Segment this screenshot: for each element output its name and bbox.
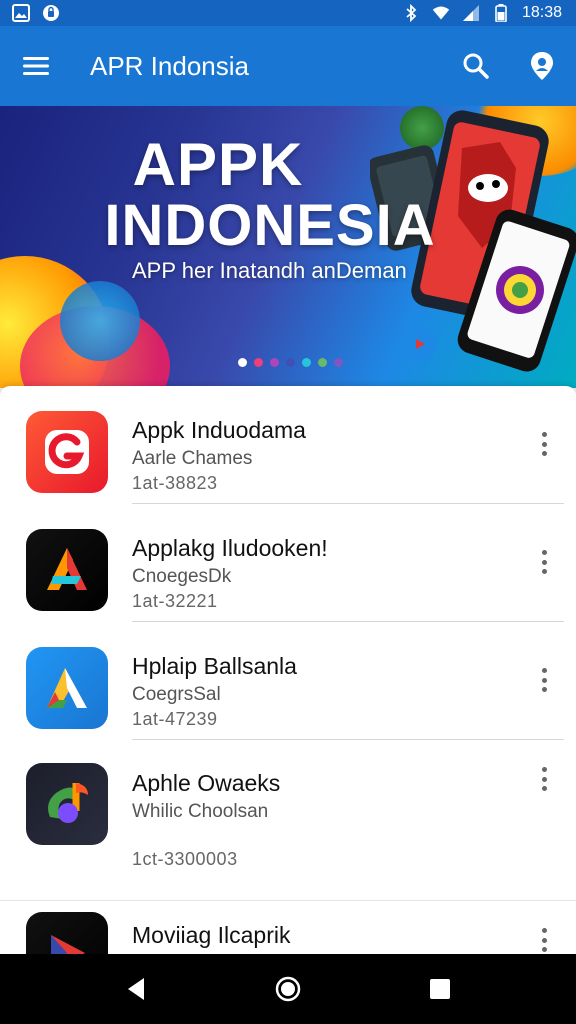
banner-title-line1: APPK [132, 131, 304, 198]
app-name: Appk Induodama [132, 417, 306, 443]
status-time: 18:38 [521, 4, 562, 21]
wifi-icon [432, 4, 450, 22]
more-options-button[interactable] [534, 922, 554, 954]
carousel-dot[interactable] [318, 358, 327, 367]
app-title: APR Indonsia [90, 50, 249, 81]
signal-icon [462, 4, 480, 22]
carousel-dot[interactable] [270, 358, 279, 367]
app-meta: 1at-32221 [132, 591, 218, 611]
home-button[interactable] [260, 961, 316, 1017]
carousel-dot[interactable] [302, 358, 311, 367]
dot-icon [541, 451, 547, 456]
more-options-button[interactable] [534, 662, 554, 698]
search-button[interactable] [454, 44, 498, 88]
more-options-button[interactable] [534, 544, 554, 580]
home-icon [275, 976, 301, 1002]
app-meta: 1ct-3300003 [132, 849, 238, 869]
app-name: Hplaip Ballsanla [132, 653, 297, 679]
carousel-dot[interactable] [286, 358, 295, 367]
app-list-item[interactable]: Moviiag Ilcaprik [0, 902, 576, 954]
status-right: 18:38 [402, 4, 562, 22]
carousel-dots [238, 358, 343, 367]
music-note-icon [26, 763, 108, 845]
app-list: Appk Induodama Aarle Chames 1at-38823 Appla… [0, 386, 576, 904]
app-name: Aphle Owaeks [132, 770, 281, 796]
app-subtitle: CnoegesDk [132, 566, 232, 587]
status-bar: 18:38 [0, 0, 576, 26]
app-name: Applakg Iludooken! [132, 535, 328, 561]
app-subtitle: CoegrsSal [132, 684, 221, 705]
carousel-dot[interactable] [334, 358, 343, 367]
dot-icon [541, 937, 547, 943]
app-list-item[interactable]: Applakg Iludooken! CnoegesDk 1at-32221 [0, 504, 576, 622]
app-list-item[interactable]: Hplaip Ballsanla CoegrsSal 1at-47239 [0, 622, 576, 740]
play-badge-icon [404, 328, 436, 360]
banner-shape [60, 281, 140, 361]
dot-icon [541, 569, 547, 574]
back-button[interactable] [108, 961, 164, 1017]
a-triangle-icon [26, 647, 108, 729]
app-subtitle: Whilic Choolsan [132, 801, 269, 822]
dot-icon [541, 441, 547, 447]
dot-icon [541, 559, 547, 565]
location-pin-icon [531, 52, 553, 80]
menu-button[interactable] [16, 46, 56, 86]
play-icon [26, 912, 108, 954]
dot-icon [541, 432, 547, 437]
dot-icon [541, 928, 547, 933]
app-meta: 1at-38823 [132, 473, 218, 493]
app-bar: APR Indonsia [0, 26, 576, 106]
more-options-button[interactable] [534, 761, 554, 797]
recents-icon [430, 979, 450, 999]
banner-title-line2: INDONESIA [104, 193, 436, 258]
navigation-bar [0, 954, 576, 1024]
dot-icon [541, 786, 547, 791]
status-left [12, 4, 60, 22]
search-icon [463, 53, 489, 79]
g-logo-icon [26, 411, 108, 493]
carousel-dot[interactable] [238, 358, 247, 367]
a-logo-icon [26, 529, 108, 611]
promo-banner[interactable]: APPK INDONESIA APP her Inatandh anDeman [0, 106, 576, 388]
dot-icon [541, 687, 547, 692]
dot-icon [541, 767, 547, 772]
carousel-dot[interactable] [254, 358, 263, 367]
more-options-button[interactable] [534, 426, 554, 462]
dot-icon [541, 947, 547, 952]
app-subtitle: Aarle Chames [132, 448, 253, 469]
banner-subtitle: APP her Inatandh anDeman [132, 258, 407, 283]
gallery-icon [12, 4, 30, 22]
dot-icon [541, 776, 547, 782]
dot-icon [541, 550, 547, 555]
battery-icon [492, 4, 510, 22]
back-icon [128, 978, 144, 1000]
app-list-item[interactable]: Appk Induodama Aarle Chames 1at-38823 [0, 386, 576, 504]
app-meta: 1at-47239 [132, 709, 218, 729]
dot-icon [541, 668, 547, 673]
recents-button[interactable] [412, 961, 468, 1017]
location-button[interactable] [520, 44, 564, 88]
app-list-item[interactable]: Aphle Owaeks Whilic Choolsan 1ct-3300003 [0, 739, 576, 869]
menu-icon [23, 57, 49, 75]
dot-icon [541, 677, 547, 683]
bluetooth-icon [402, 4, 420, 22]
shield-icon [42, 4, 60, 22]
app-name: Moviiag Ilcaprik [132, 922, 291, 948]
